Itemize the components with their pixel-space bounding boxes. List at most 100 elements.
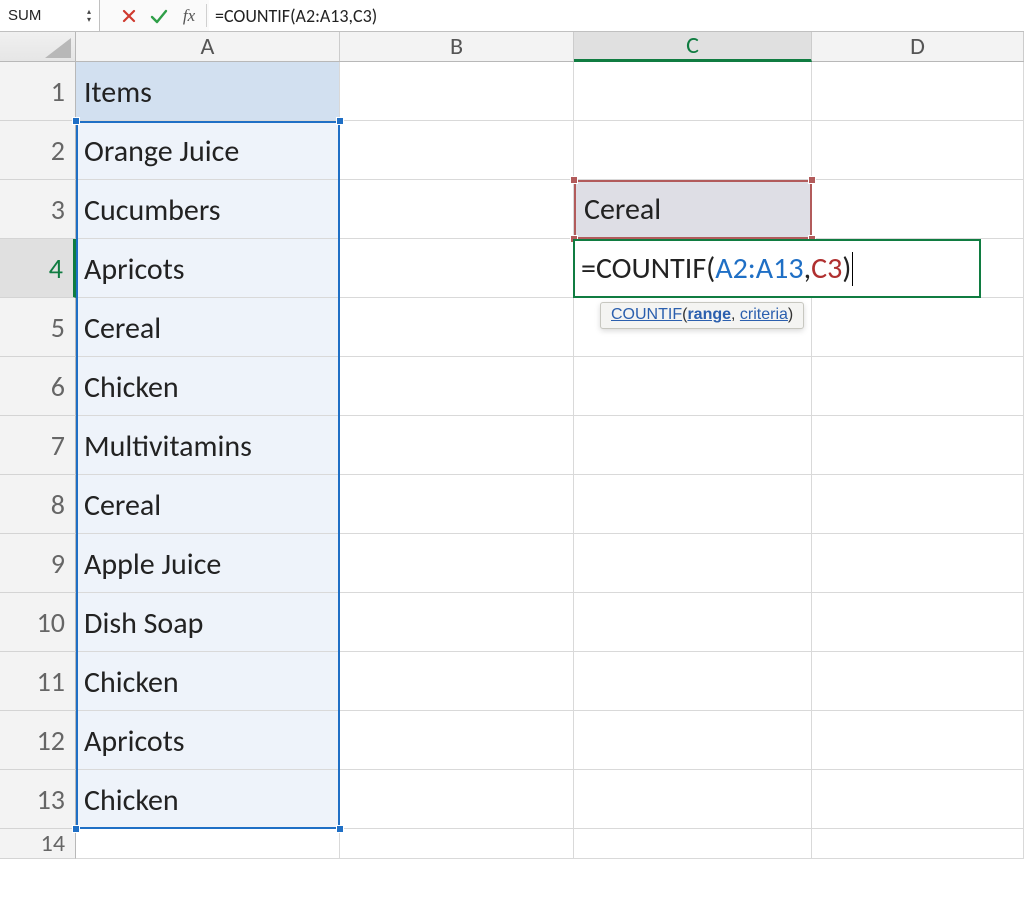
cell-C9[interactable] [574,534,812,593]
cell-C14[interactable] [574,829,812,859]
row-header[interactable]: 12 [0,711,76,770]
row-2: 2 Orange Juice [0,121,1024,180]
cell-B5[interactable] [340,298,574,357]
cell-D6[interactable] [812,357,1024,416]
row-7: 7 Multivitamins [0,416,1024,475]
editing-cell[interactable]: =COUNTIF(A2:A13,C3) [573,239,981,298]
cell-C11[interactable] [574,652,812,711]
cell-A14[interactable] [76,829,340,859]
function-tooltip[interactable]: COUNTIF(range, criteria) [600,302,804,329]
cell-C1[interactable] [574,62,812,121]
cell-B2[interactable] [340,121,574,180]
cell-value: Cereal [84,487,161,524]
column-header-B[interactable]: B [340,32,574,61]
cell-A13[interactable]: Chicken [76,770,340,829]
cell-D14[interactable] [812,829,1024,859]
cell-D3[interactable] [812,180,1024,239]
cell-D10[interactable] [812,593,1024,652]
cell-A12[interactable]: Apricots [76,711,340,770]
row-header[interactable]: 9 [0,534,76,593]
tooltip-arg-criteria[interactable]: criteria [740,306,788,323]
cell-B11[interactable] [340,652,574,711]
cell-C8[interactable] [574,475,812,534]
cell-D13[interactable] [812,770,1024,829]
cancel-button[interactable] [114,0,144,31]
fx-icon: fx [183,6,195,26]
cell-A9[interactable]: Apple Juice [76,534,340,593]
cell-B12[interactable] [340,711,574,770]
row-label: 8 [51,487,65,522]
formula-input[interactable]: =COUNTIF(A2:A13,C3) [209,0,1024,31]
cell-B9[interactable] [340,534,574,593]
name-box[interactable]: SUM ▴ ▾ [0,0,100,31]
enter-button[interactable] [144,0,174,31]
row-header[interactable]: 3 [0,180,76,239]
column-header-D[interactable]: D [812,32,1024,61]
cell-A5[interactable]: Cereal [76,298,340,357]
row-header[interactable]: 10 [0,593,76,652]
row-header[interactable]: 13 [0,770,76,829]
cell-A8[interactable]: Cereal [76,475,340,534]
cell-B14[interactable] [340,829,574,859]
cell-B13[interactable] [340,770,574,829]
cell-A4[interactable]: Apricots [76,239,340,298]
row-header[interactable]: 14 [0,829,76,859]
cell-B8[interactable] [340,475,574,534]
row-header[interactable]: 8 [0,475,76,534]
cell-D7[interactable] [812,416,1024,475]
cell-D5[interactable] [812,298,1024,357]
cell-B6[interactable] [340,357,574,416]
row-header[interactable]: 11 [0,652,76,711]
select-all-corner[interactable] [0,32,76,61]
cell-B4[interactable] [340,239,574,298]
cell-B3[interactable] [340,180,574,239]
column-header-A[interactable]: A [76,32,340,61]
cell-D9[interactable] [812,534,1024,593]
cell-B10[interactable] [340,593,574,652]
cell-A10[interactable]: Dish Soap [76,593,340,652]
cell-value: Cucumbers [84,192,221,229]
cell-C10[interactable] [574,593,812,652]
cell-C6[interactable] [574,357,812,416]
close-icon [121,8,137,24]
cell-D8[interactable] [812,475,1024,534]
cell-value: Items [84,74,152,111]
cell-A2[interactable]: Orange Juice [76,121,340,180]
cell-C12[interactable] [574,711,812,770]
formula-token-criteria: C3 [811,250,842,287]
column-header-C[interactable]: C [574,32,812,62]
row-label: 10 [37,605,65,640]
formula-token: =COUNTIF( [581,250,715,287]
cell-C7[interactable] [574,416,812,475]
row-header[interactable]: 5 [0,298,76,357]
cell-D11[interactable] [812,652,1024,711]
row-header[interactable]: 7 [0,416,76,475]
cell-C13[interactable] [574,770,812,829]
chevron-down-icon[interactable]: ▾ [87,16,91,24]
cell-B7[interactable] [340,416,574,475]
row-11: 11 Chicken [0,652,1024,711]
cell-A11[interactable]: Chicken [76,652,340,711]
cell-C3[interactable] [574,180,812,239]
cell-C2[interactable] [574,121,812,180]
tooltip-arg-range[interactable]: range [687,306,731,323]
cell-D2[interactable] [812,121,1024,180]
cell-value: Dish Soap [84,605,203,642]
row-header[interactable]: 2 [0,121,76,180]
tooltip-fn-name[interactable]: COUNTIF [611,306,682,323]
row-label: 12 [37,723,65,758]
fx-label[interactable]: fx [174,0,204,31]
cell-A1[interactable]: Items [76,62,340,121]
row-13: 13 Chicken [0,770,1024,829]
cell-B1[interactable] [340,62,574,121]
row-header[interactable]: 4 [0,239,76,298]
cell-A3[interactable]: Cucumbers [76,180,340,239]
name-box-stepper[interactable]: ▴ ▾ [87,8,91,24]
cell-A7[interactable]: Multivitamins [76,416,340,475]
cell-D1[interactable] [812,62,1024,121]
cell-D12[interactable] [812,711,1024,770]
cell-A6[interactable]: Chicken [76,357,340,416]
row-label: 5 [51,310,65,345]
row-header[interactable]: 6 [0,357,76,416]
row-header[interactable]: 1 [0,62,76,121]
